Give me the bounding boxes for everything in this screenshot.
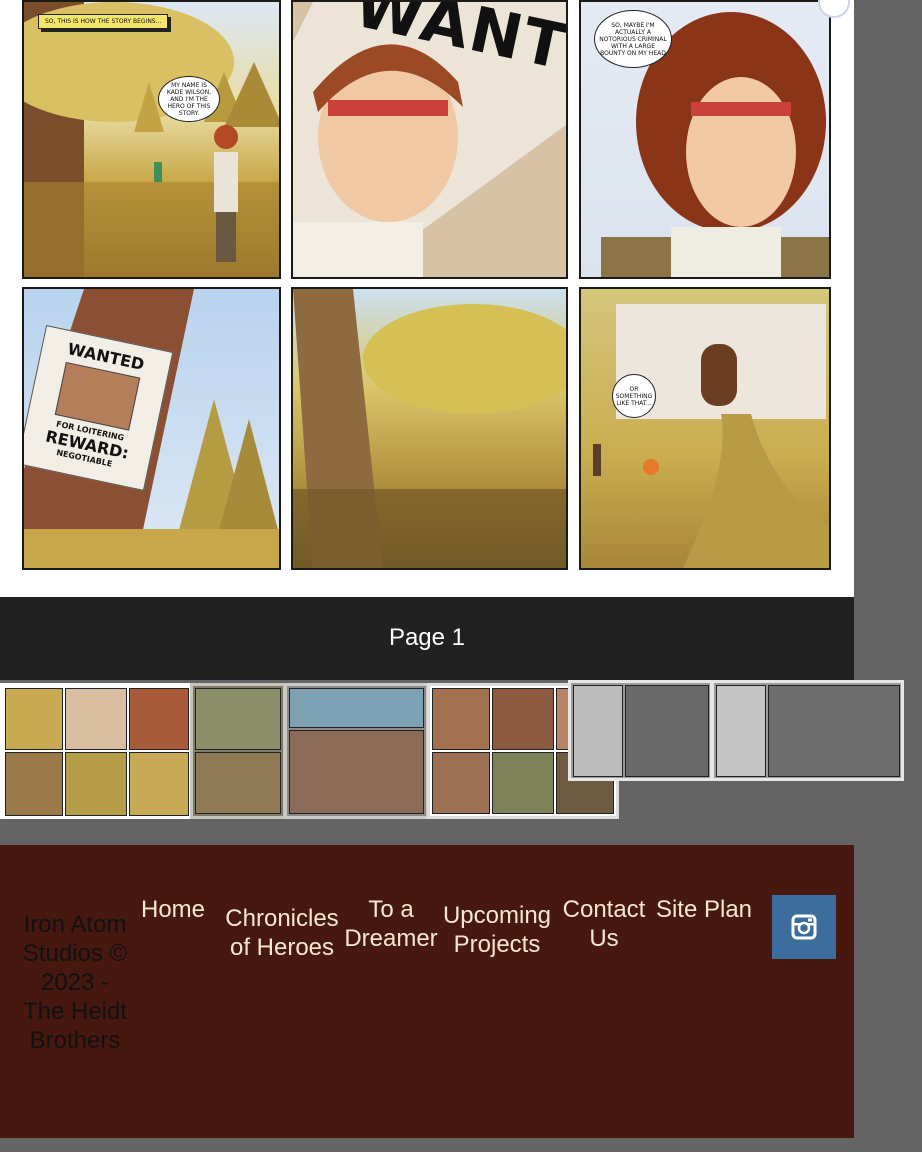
thumbnail-panel — [432, 688, 490, 750]
thumbnail-page[interactable] — [190, 683, 286, 819]
instagram-button[interactable] — [772, 895, 836, 959]
thumbnail-panel — [625, 685, 709, 777]
comic-panel-6 — [579, 287, 831, 570]
site-footer: Iron Atom Studios © 2023 - The Heidt Bro… — [0, 845, 854, 1138]
comic-panel-2: WANTE — [291, 0, 568, 279]
page-number-label: Page 1 — [388, 624, 466, 651]
thumbnail-page[interactable] — [0, 683, 192, 819]
thumbnail-panel — [492, 752, 554, 814]
nav-link-upcoming-projects[interactable]: Upcoming Projects — [438, 901, 556, 959]
comic-page: SO, THIS IS HOW THE STORY BEGINS... MY N… — [0, 0, 854, 597]
instagram-icon — [791, 914, 817, 940]
poster-portrait — [54, 361, 141, 431]
comic-panel-5 — [291, 287, 568, 570]
thumbnail-panel — [65, 688, 127, 750]
panel-6-art — [593, 304, 829, 568]
thumbnail-panel — [195, 752, 281, 814]
thumbnail-panel — [195, 688, 281, 750]
thumbnail-panel — [289, 688, 424, 728]
nav-link-to-a-dreamer[interactable]: To a Dreamer — [342, 895, 440, 953]
nav-link-site-plan[interactable]: Site Plan — [652, 895, 756, 924]
speech-bubble-intro: MY NAME IS KADE WILSON, AND I'M THE HERO… — [158, 76, 220, 122]
thumbnail-panel — [768, 685, 900, 777]
panel-5-art — [293, 289, 566, 568]
thumbnail-page[interactable] — [711, 680, 904, 781]
story-caption: SO, THIS IS HOW THE STORY BEGINS... — [38, 14, 169, 29]
nav-link-home[interactable]: Home — [134, 895, 212, 924]
comic-panel-1 — [22, 0, 281, 279]
thumbnail-panel — [129, 688, 189, 750]
thumbnail-panel — [129, 752, 189, 816]
speech-bubble-criminal: SO, MAYBE I'M ACTUALLY A NOTORIOUS CRIMI… — [594, 10, 672, 68]
thumbnail-panel — [289, 730, 424, 814]
nav-link-chronicles-of-heroes[interactable]: Chronicles of Heroes — [220, 904, 344, 962]
page-label-bar: Page 1 — [0, 597, 854, 680]
nav-link-contact-us[interactable]: Contact Us — [558, 895, 650, 953]
thumbnail-panel — [716, 685, 766, 777]
thumbnail-page[interactable] — [568, 680, 713, 781]
thumbnail-panel — [573, 685, 623, 777]
thumbnail-panel — [5, 688, 63, 750]
speech-bubble-gate: OR SOMETHING LIKE THAT... — [612, 374, 656, 418]
thumbnail-panel — [492, 688, 554, 750]
thumbnail-panel — [65, 752, 127, 816]
thumbnail-page[interactable] — [284, 683, 429, 819]
thumbnail-panel — [432, 752, 490, 814]
thumbnail-strip — [0, 680, 922, 825]
copyright-text: Iron Atom Studios © 2023 - The Heidt Bro… — [22, 911, 128, 1054]
thumbnail-panel — [5, 752, 63, 816]
comic-panel-4: WANTED FOR LOITERING REWARD: NEGOTIABLE — [22, 287, 281, 570]
panel-1-art — [24, 2, 279, 277]
